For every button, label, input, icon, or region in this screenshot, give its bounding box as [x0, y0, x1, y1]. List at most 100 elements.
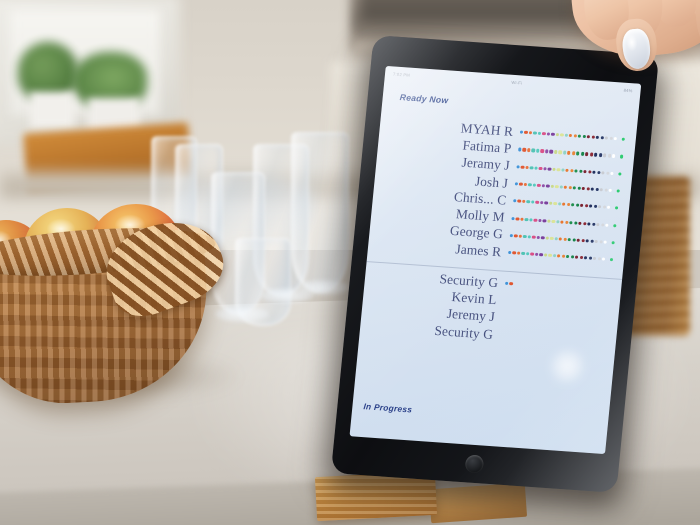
progress-dot: [604, 188, 608, 192]
progress-dot: [526, 200, 530, 204]
progress-dot: [558, 237, 563, 241]
progress-dot: [587, 221, 591, 226]
progress-dot: [514, 234, 518, 238]
progress-dot: [575, 255, 579, 260]
status-bar-time: 7:02 PM: [392, 71, 411, 78]
progress-dot: [523, 182, 528, 187]
progress-dot: [569, 133, 573, 138]
progress-dot: [537, 183, 541, 188]
tablet-body: 7:02 PM Wi-Fi 84% Ready Now MYAH R Fatima…: [330, 35, 660, 493]
progress-dot: [552, 254, 557, 258]
progress-dot: [596, 222, 600, 226]
progress-dot: [611, 240, 615, 245]
progress-dot: [579, 256, 584, 260]
progress-dot: [557, 202, 562, 206]
progress-dot: [525, 252, 530, 256]
progress-dot: [589, 152, 594, 157]
progress-dot: [543, 253, 548, 257]
progress-dot: [522, 200, 526, 204]
progress-dot: [598, 205, 602, 209]
progress-dot: [600, 222, 605, 227]
progress-dot: [597, 170, 601, 174]
progress-dot: [588, 169, 592, 174]
progress-dot: [597, 257, 601, 261]
progress-dot: [586, 187, 590, 191]
progress-dot: [603, 153, 607, 158]
progress-dot: [609, 136, 613, 141]
screen-reflection: [547, 346, 588, 387]
progress-dot: [563, 237, 567, 241]
wifi-icon: Wi-Fi: [511, 79, 523, 86]
progress-dot: [595, 135, 600, 140]
progress-dot: [604, 136, 609, 140]
progress-dot: [608, 188, 613, 193]
progress-dot: [553, 202, 557, 206]
progress-dot: [532, 235, 536, 239]
progress-dot: [558, 150, 562, 154]
progress-dot: [549, 149, 553, 154]
progress-dot: [516, 251, 521, 256]
progress-dot: [612, 223, 617, 228]
progress-dot: [570, 255, 575, 259]
progress-dot: [616, 189, 620, 193]
progress-dot: [567, 237, 572, 242]
progress-dot: [542, 132, 546, 136]
progress-dot: [599, 240, 603, 244]
progress-dot: [567, 151, 571, 155]
home-button[interactable]: [464, 454, 485, 474]
progress-dot: [576, 238, 581, 242]
progress-dot: [536, 149, 540, 153]
progress-dot: [598, 153, 603, 157]
progress-dot: [533, 218, 538, 222]
progress-dot: [524, 217, 529, 221]
progress-dot: [523, 234, 527, 239]
progress-dot: [573, 134, 577, 138]
progress-dot: [520, 217, 524, 221]
progress-dot: [556, 219, 560, 224]
tablet-screen[interactable]: 7:02 PM Wi-Fi 84% Ready Now MYAH R Fatima…: [349, 65, 642, 455]
progress-dot: [585, 239, 590, 243]
ready-now-header: Ready Now: [399, 92, 449, 106]
progress-dot: [562, 202, 566, 207]
progress-dot: [545, 236, 549, 240]
progress-dot: [607, 205, 611, 210]
progress-dot: [544, 149, 549, 153]
progress-dot: [527, 235, 532, 239]
progress-dot: [565, 168, 570, 172]
progress-dot: [534, 166, 538, 170]
progress-dot: [541, 184, 546, 188]
progress-dot: [547, 219, 551, 223]
progress-dot: [570, 168, 574, 173]
progress-dot: [594, 153, 598, 157]
progress-dot: [602, 205, 607, 210]
progress-dot: [536, 235, 541, 240]
progress-dot: [534, 252, 539, 257]
progress-dot: [588, 256, 593, 261]
progress-dot: [580, 204, 584, 208]
progress-dot: [582, 134, 586, 139]
progress-dot: [509, 233, 514, 238]
progress-dot: [593, 205, 598, 209]
tablet-device[interactable]: 7:02 PM Wi-Fi 84% Ready Now MYAH R Fatima…: [317, 35, 670, 512]
progress-dot: [554, 236, 558, 241]
progress-dot: [592, 170, 596, 174]
progress-dot: [605, 171, 610, 175]
progress-dot: [586, 135, 591, 139]
progress-dot: [612, 154, 616, 158]
progress-dots: [504, 275, 513, 292]
progress-dot: [511, 216, 515, 220]
hand: [549, 0, 700, 105]
glass-foot: [215, 306, 269, 322]
progress-dot: [519, 130, 524, 134]
progress-dot: [553, 150, 558, 154]
photo-scene: 7:02 PM Wi-Fi 84% Ready Now MYAH R Fatima…: [0, 0, 700, 525]
progress-dot: [584, 204, 589, 208]
progress-dot: [605, 223, 609, 227]
progress-dot: [581, 186, 586, 191]
progress-dot: [561, 254, 566, 259]
progress-dot: [575, 203, 580, 208]
progress-dot: [541, 236, 545, 240]
in-progress-list: Security G Kevin L Jeremy J Security G: [360, 265, 622, 352]
progress-dot: [614, 206, 618, 210]
progress-dot: [533, 131, 537, 135]
